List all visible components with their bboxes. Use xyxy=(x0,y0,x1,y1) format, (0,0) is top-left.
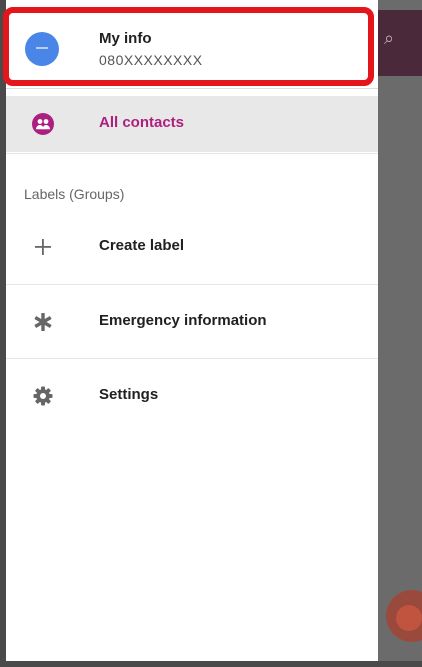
menu-item-label: Settings xyxy=(99,386,159,403)
labels-section-title: Labels (Groups) xyxy=(24,186,125,202)
fab-icon xyxy=(396,605,422,631)
menu-item-settings[interactable]: Settings xyxy=(6,368,378,424)
divider xyxy=(6,88,378,89)
menu-item-emergency-information[interactable]: Emergency information xyxy=(6,294,378,350)
menu-item-all-contacts[interactable]: All contacts xyxy=(6,96,378,152)
group-icon xyxy=(30,111,56,137)
divider xyxy=(6,153,378,154)
menu-item-label: All contacts xyxy=(99,114,185,131)
gear-icon xyxy=(30,383,56,409)
menu-item-create-label[interactable]: Create label xyxy=(6,219,378,275)
navigation-drawer: My info 080XXXXXXXX All contacts Labels … xyxy=(3,0,378,661)
dimmed-app-background[interactable]: ⌕ xyxy=(378,0,422,667)
menu-item-label: Emergency information xyxy=(99,312,267,329)
menu-item-label: Create label xyxy=(99,237,185,254)
my-info-header[interactable]: My info 080XXXXXXXX xyxy=(3,0,378,88)
contacts-screen: ⌕ My info 080XXXXXXXX All contacts Label… xyxy=(0,0,422,667)
plus-icon xyxy=(30,234,56,260)
highlight-annotation-box xyxy=(3,7,374,86)
asterisk-icon xyxy=(30,309,56,335)
screen-frame-bottom xyxy=(0,661,422,667)
divider xyxy=(6,358,378,359)
divider xyxy=(6,284,378,285)
search-icon: ⌕ xyxy=(384,28,395,49)
